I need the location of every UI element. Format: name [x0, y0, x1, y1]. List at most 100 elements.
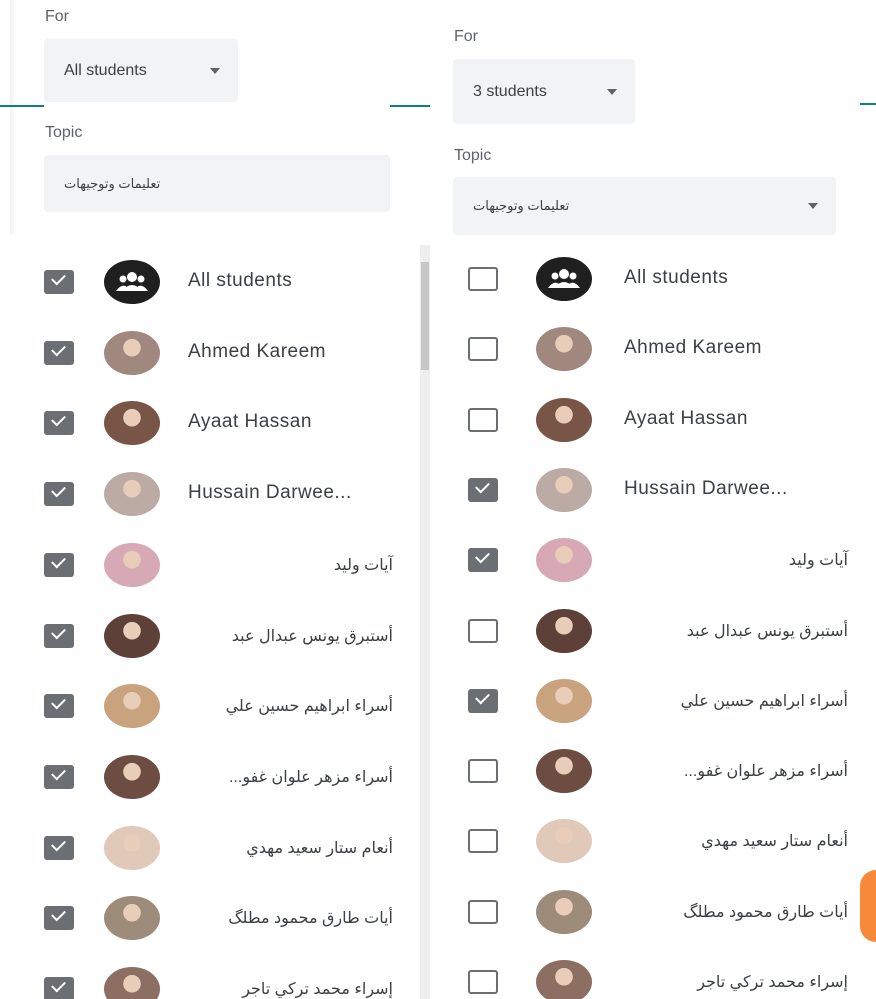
avatar — [536, 397, 592, 442]
for-select[interactable]: All students — [44, 39, 238, 102]
student-row[interactable]: آيات وليد — [436, 525, 856, 595]
student-row[interactable]: أيات طارق محمود مطلگ — [0, 883, 420, 953]
checkbox-unchecked[interactable] — [468, 970, 498, 994]
student-name: أيات طارق محمود مطلگ — [228, 910, 393, 928]
checkbox-checked[interactable] — [44, 906, 74, 931]
student-name: أسراء ابراهيم حسين علي — [680, 692, 848, 710]
checkbox-unchecked[interactable] — [468, 618, 498, 643]
student-row[interactable]: أسراء ابراهيم حسين علي — [0, 671, 420, 741]
checkbox-checked[interactable] — [44, 977, 74, 999]
avatar — [104, 330, 160, 375]
avatar — [536, 538, 592, 583]
student-row[interactable]: Ahmed Kareem — [436, 314, 856, 384]
student-row[interactable]: Ayaat Hassan — [436, 385, 856, 455]
checkbox-checked[interactable] — [44, 411, 74, 436]
checkbox-checked[interactable] — [468, 688, 498, 713]
student-name: Hussain Darwee... — [624, 477, 788, 499]
chevron-down-icon — [210, 67, 220, 74]
avatar — [536, 467, 592, 512]
right-panel: For 3 students Topic تعليمات وتوجيهات Al… — [436, 0, 876, 999]
student-row[interactable]: إسراء محمد تركي تاجر — [0, 954, 420, 999]
student-name: أسراء مزهر علوان غفو... — [683, 763, 848, 781]
student-row[interactable]: إسراء محمد تركي تاجر — [436, 947, 856, 999]
student-row[interactable]: أنعام ستار سعيد مهدي — [0, 813, 420, 883]
avatar — [536, 960, 592, 999]
student-name: أسراء مزهر علوان غفو... — [228, 768, 393, 786]
scrollbar-thumb[interactable] — [421, 262, 429, 370]
student-row[interactable]: أيات طارق محمود مطلگ — [436, 877, 856, 947]
for-select[interactable]: 3 students — [453, 59, 635, 124]
checkbox-checked[interactable] — [44, 482, 74, 507]
student-name: Ayaat Hassan — [624, 407, 748, 429]
student-name: أسراء ابراهيم حسين علي — [225, 698, 393, 716]
checkbox-unchecked[interactable] — [468, 759, 498, 784]
student-row[interactable]: أسراء ابراهيم حسين علي — [436, 666, 856, 736]
for-select-value: All students — [64, 61, 147, 79]
group-icon — [104, 260, 160, 304]
checkbox-checked[interactable] — [44, 623, 74, 648]
avatar — [104, 754, 160, 799]
avatar — [104, 967, 160, 999]
student-row[interactable]: All students — [0, 247, 420, 317]
topic-select[interactable]: تعليمات وتوجيهات — [44, 155, 390, 212]
checkbox-checked[interactable] — [44, 835, 74, 860]
student-name: Hussain Darwee... — [188, 482, 352, 504]
avatar — [104, 401, 160, 446]
chevron-down-icon — [808, 203, 818, 209]
student-row[interactable]: أنعام ستار سعيد مهدي — [436, 806, 856, 876]
avatar — [104, 825, 160, 870]
topic-select[interactable]: تعليمات وتوجيهات — [453, 177, 836, 235]
student-row[interactable]: Ahmed Kareem — [0, 318, 420, 388]
student-row[interactable]: Hussain Darwee... — [436, 455, 856, 525]
student-name: إسراء محمد تركي تاجر — [697, 974, 848, 991]
checkbox-unchecked[interactable] — [468, 267, 498, 291]
checkbox-unchecked[interactable] — [468, 899, 498, 924]
avatar — [536, 889, 592, 934]
student-name: Ahmed Kareem — [188, 340, 327, 362]
student-row[interactable]: أستبرق يونس عبدال عبد — [0, 601, 420, 671]
checkbox-checked[interactable] — [468, 548, 498, 573]
avatar — [536, 749, 592, 794]
student-name: إسراء محمد تركي تاجر — [242, 981, 393, 998]
left-panel: For All students Topic تعليمات وتوجيهات … — [0, 0, 430, 999]
student-name: آيات وليد — [333, 556, 393, 574]
student-row[interactable]: All students — [436, 244, 856, 314]
for-label: For — [45, 8, 69, 25]
checkbox-checked[interactable] — [44, 340, 74, 365]
group-icon — [536, 257, 592, 301]
avatar — [104, 896, 160, 941]
student-name: أستبرق يونس عبدال عبد — [686, 622, 848, 640]
checkbox-unchecked[interactable] — [468, 829, 498, 854]
orange-side-tab — [860, 870, 876, 942]
checkbox-checked[interactable] — [44, 694, 74, 719]
student-name: All students — [188, 270, 293, 291]
checkbox-checked[interactable] — [44, 270, 74, 294]
avatar — [104, 542, 160, 587]
topic-label: Topic — [454, 147, 492, 164]
checkbox-checked[interactable] — [44, 552, 74, 577]
student-row[interactable]: أسراء مزهر علوان غفو... — [436, 736, 856, 806]
student-name: Ayaat Hassan — [188, 411, 312, 433]
student-name: أنعام ستار سعيد مهدي — [701, 833, 848, 851]
avatar — [536, 678, 592, 723]
student-name: All students — [624, 267, 729, 288]
checkbox-checked[interactable] — [468, 477, 498, 502]
student-row[interactable]: Hussain Darwee... — [0, 459, 420, 529]
checkbox-checked[interactable] — [44, 764, 74, 789]
student-row[interactable]: أستبرق يونس عبدال عبد — [436, 596, 856, 666]
checkbox-unchecked[interactable] — [468, 407, 498, 432]
avatar — [536, 608, 592, 653]
student-row[interactable]: Ayaat Hassan — [0, 388, 420, 458]
checkbox-unchecked[interactable] — [468, 337, 498, 362]
avatar — [536, 819, 592, 864]
student-name: أستبرق يونس عبدال عبد — [231, 627, 393, 645]
chevron-down-icon — [607, 88, 617, 95]
avatar — [104, 684, 160, 729]
avatar — [104, 472, 160, 517]
student-row[interactable]: آيات وليد — [0, 530, 420, 600]
student-list: All students Ahmed Kareem Ayaat Hassan Huss… — [0, 245, 420, 999]
topic-select-value: تعليمات وتوجيهات — [473, 198, 570, 213]
student-row[interactable]: أسراء مزهر علوان غفو... — [0, 742, 420, 812]
topic-label: Topic — [45, 124, 83, 141]
avatar — [536, 327, 592, 372]
